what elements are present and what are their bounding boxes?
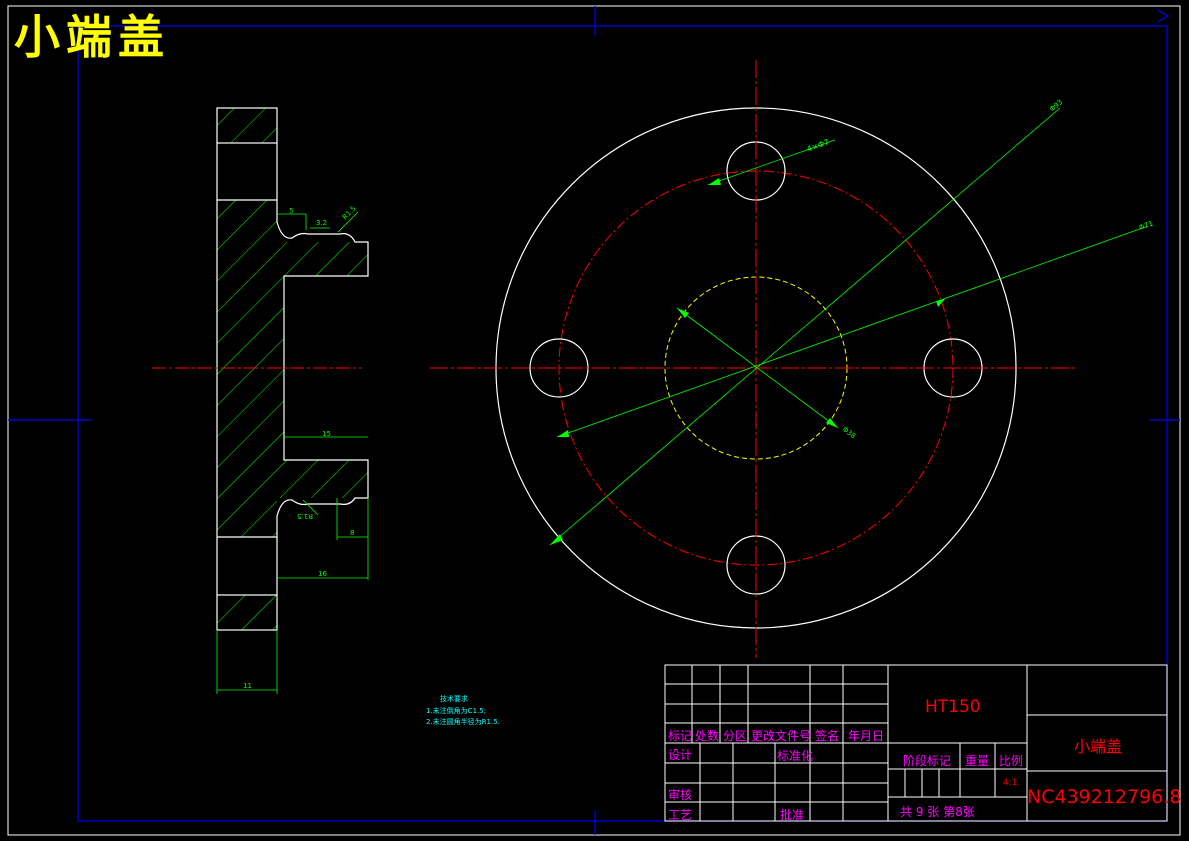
dim-label: 3.2 — [316, 219, 327, 227]
part-name-label: 小端盖 — [1074, 737, 1123, 756]
stage-mark-label: 阶段标记 — [903, 754, 952, 768]
centering-marks — [8, 6, 1180, 835]
dim-label: R1.5 — [297, 512, 313, 520]
front-arrowheads — [550, 178, 945, 545]
outer-border — [7, 5, 1181, 836]
rev-header-sign: 签名 — [815, 729, 840, 743]
approve-label: 批准 — [780, 808, 805, 822]
weight-label: 重量 — [965, 754, 990, 768]
dim-label: R1.5 — [341, 204, 358, 221]
review-label: 审核 — [668, 788, 693, 802]
callout-hub-diameter: Φ38 — [841, 425, 857, 440]
material-label: HT150 — [925, 697, 981, 717]
drawing-title: 小端盖 — [14, 10, 170, 64]
rev-header-zone: 分区 — [723, 729, 748, 743]
front-leader-lines — [549, 107, 1149, 546]
hatch-bottom-flange — [217, 595, 277, 630]
design-label: 设计 — [668, 748, 693, 762]
dim-label: 16 — [318, 570, 327, 578]
callout-holes: 4×Φ7 — [806, 137, 831, 153]
dim-label: 8 — [350, 529, 354, 537]
cad-drawing-canvas: 5 3.2 R1.5 15 R1.5 8 16 11 Φ93 Φ71 4×Φ7 … — [7, 5, 1181, 836]
standardize-label: 标准化 — [777, 749, 814, 763]
dim-label: 11 — [243, 682, 252, 690]
rev-header-mark: 标记 — [668, 729, 693, 743]
dim-label: 5 — [289, 207, 293, 215]
sheet-count-label: 共 9 张 第8张 — [900, 805, 975, 819]
process-label: 工艺 — [668, 808, 693, 822]
rev-header-date: 年月日 — [848, 729, 885, 743]
section-view: 5 3.2 R1.5 15 R1.5 8 16 11 — [152, 107, 369, 694]
hatch-top-flange — [217, 108, 277, 143]
scale-label: 比例 — [999, 754, 1024, 768]
front-view: Φ93 Φ71 4×Φ7 Φ38 — [430, 60, 1154, 658]
notes-heading: 技术要求 — [440, 695, 468, 703]
callout-pitch-diameter: Φ71 — [1138, 219, 1154, 231]
rev-header-count: 处数 — [695, 729, 720, 743]
scale-value: 4:1 — [1003, 778, 1018, 788]
notes-line: 1.未注倒角为C1.5; — [426, 707, 487, 715]
notes-line: 2.未注圆角半径为R1.5. — [426, 718, 500, 726]
drawing-code-label: NC439212796.8 — [1027, 786, 1182, 808]
dim-label: 15 — [322, 430, 331, 438]
rev-header-doc: 更改文件号 — [751, 729, 812, 743]
